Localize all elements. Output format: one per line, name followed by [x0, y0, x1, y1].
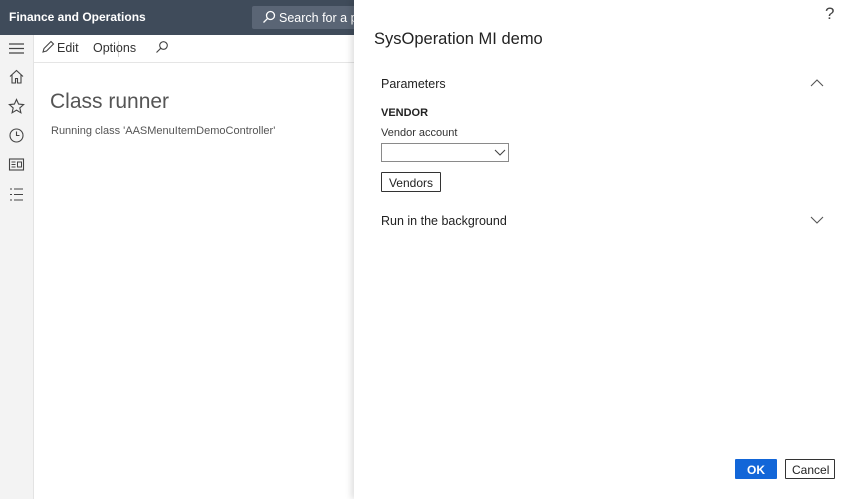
help-icon[interactable]: ?: [825, 4, 834, 24]
options-button[interactable]: Options: [93, 41, 136, 55]
search-icon: [263, 10, 276, 23]
parameters-label: Parameters: [381, 77, 446, 91]
ok-button[interactable]: OK: [735, 459, 777, 479]
cancel-button[interactable]: Cancel: [785, 459, 835, 479]
left-navigation: [0, 35, 34, 499]
parameters-section-header[interactable]: Parameters: [381, 75, 831, 95]
action-pane: Edit Options: [34, 35, 354, 63]
chevron-down-icon[interactable]: [494, 147, 506, 157]
vendor-group-label: VENDOR: [381, 107, 429, 119]
search-box[interactable]: Search for a page: [252, 6, 362, 29]
edit-icon: [42, 40, 55, 53]
clock-icon[interactable]: [8, 127, 25, 144]
vendors-button[interactable]: Vendors: [381, 172, 441, 192]
page-subtitle: Running class 'AASMenuItemDemoController…: [51, 125, 276, 137]
main-content: Class runner Running class 'AASMenuItemD…: [34, 63, 354, 499]
find-icon[interactable]: [155, 40, 169, 54]
dialog-panel: ? SysOperation MI demo Parameters VENDOR…: [354, 0, 849, 499]
edit-button[interactable]: Edit: [57, 41, 79, 55]
app-title[interactable]: Finance and Operations: [9, 10, 146, 24]
background-label: Run in the background: [381, 214, 507, 228]
vendor-account-dropdown[interactable]: [381, 143, 509, 162]
search-placeholder: Search for a page: [279, 11, 362, 25]
chevron-up-icon: [810, 79, 824, 87]
star-icon[interactable]: [8, 98, 25, 115]
menu-icon[interactable]: [8, 40, 25, 57]
home-icon[interactable]: [8, 68, 25, 85]
background-section-header[interactable]: Run in the background: [381, 212, 831, 232]
vendor-account-label: Vendor account: [381, 127, 458, 139]
dialog-title: SysOperation MI demo: [374, 30, 543, 48]
list-icon[interactable]: [8, 186, 25, 203]
page-title: Class runner: [50, 90, 170, 113]
chevron-down-icon: [810, 216, 824, 224]
workspace-icon[interactable]: [8, 156, 25, 173]
